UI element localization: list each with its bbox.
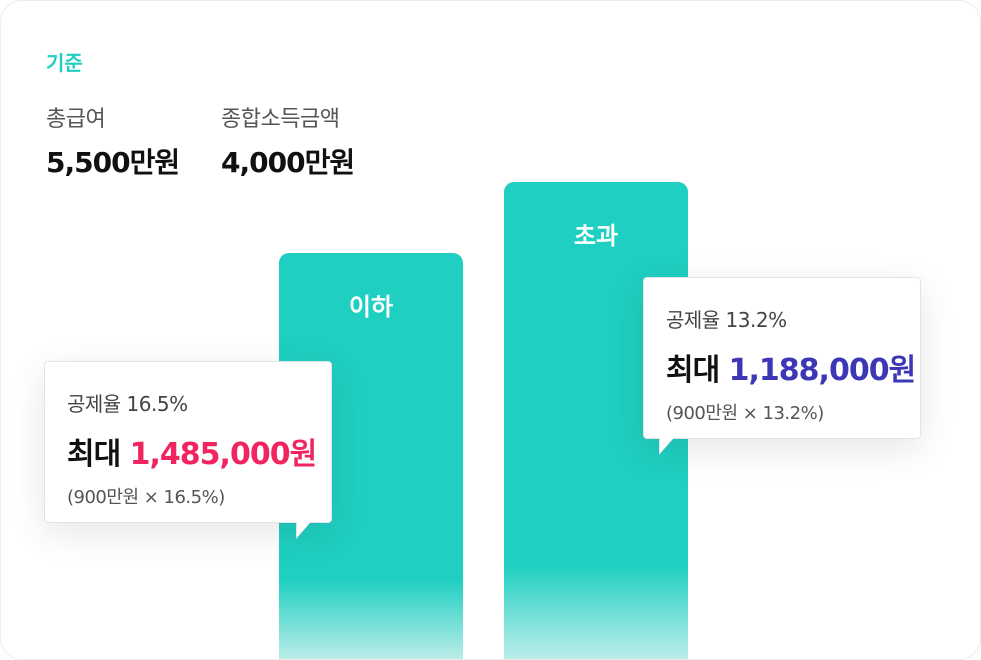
tooltip-below-max: 최대 1,485,000원 [67, 429, 317, 473]
tooltip-above-max-prefix: 최대 [666, 353, 720, 388]
tooltip-above-tail [660, 437, 674, 453]
tooltip-below-max-prefix: 최대 [67, 437, 121, 472]
total-salary-label: 총급여 [46, 107, 106, 132]
criteria-title: 기준 [46, 51, 83, 75]
tooltip-above-max: 최대 1,188,000원 [666, 345, 916, 389]
deduction-card: 기준 총급여 5,500만원 종합소득금액 4,000만원 이하 초과 공제율 … [0, 0, 981, 660]
tooltip-below-rate: 공제율 16.5% [67, 392, 188, 416]
bar-label-above: 초과 [573, 222, 619, 250]
tooltip-below-amount: 1,485,000원 [129, 437, 318, 472]
tooltip-below-tail [297, 521, 311, 537]
bar-label-below: 이하 [348, 293, 394, 321]
income-amount-value: 4,000만원 [221, 146, 355, 179]
total-salary-value: 5,500만원 [46, 146, 180, 179]
tooltip-above: 공제율 13.2% 최대 1,188,000원 (900만원 × 13.2%) [643, 277, 921, 455]
tooltip-below: 공제율 16.5% 최대 1,485,000원 (900만원 × 16.5%) [44, 361, 332, 539]
tooltip-above-rate: 공제율 13.2% [666, 308, 787, 332]
tooltip-above-amount: 1,188,000원 [728, 353, 917, 388]
income-amount-label: 종합소득금액 [221, 107, 340, 132]
tooltip-below-formula: (900만원 × 16.5%) [67, 487, 225, 508]
tooltip-above-formula: (900만원 × 13.2%) [666, 403, 824, 424]
